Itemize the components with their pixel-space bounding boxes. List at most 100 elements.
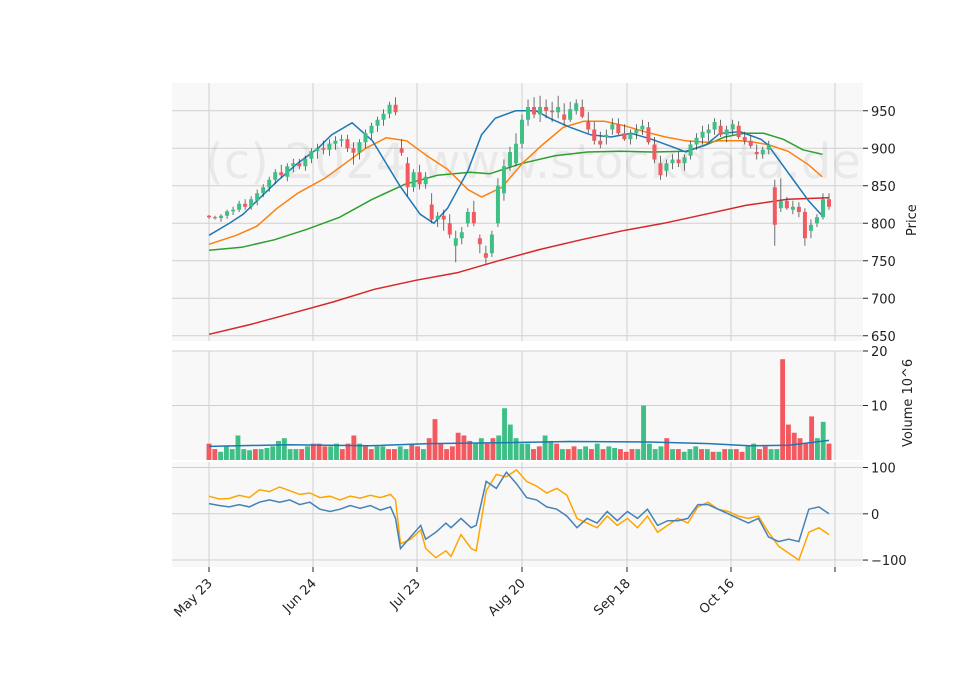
- volume-bar-down: [455, 432, 461, 460]
- candle-up: [237, 203, 242, 210]
- volume-bar-down: [490, 438, 496, 460]
- candle-up: [423, 176, 428, 185]
- volume-bar-up: [704, 449, 710, 460]
- volume-bar-up: [218, 451, 224, 460]
- candle-up: [814, 217, 819, 224]
- volume-bar-up: [305, 446, 310, 460]
- volume-bar-down: [675, 449, 681, 460]
- volume-bar-down: [762, 446, 768, 460]
- volume-bar-up: [728, 449, 733, 460]
- volume-bar-down: [757, 449, 762, 460]
- volume-bar-down: [461, 435, 467, 460]
- volume-bar-up: [247, 450, 252, 460]
- volume-bar-down: [426, 438, 432, 460]
- volume-bar-down: [432, 419, 438, 460]
- candle-up: [664, 163, 669, 171]
- candle-down: [616, 124, 621, 134]
- volume-bar-up: [229, 449, 235, 460]
- candle-up: [706, 129, 711, 134]
- x-axis-ticks: May 23 Jun 24 Jul 23 Aug 20 Sep 18 Oct 16: [172, 567, 836, 620]
- x-tick-label: Aug 20: [486, 576, 529, 619]
- volume-bar-up: [635, 449, 641, 460]
- candle-down: [748, 140, 753, 146]
- volume-bar-down: [600, 449, 606, 460]
- volume-bar-up: [577, 449, 583, 460]
- candle-down: [321, 148, 326, 150]
- candle-down: [676, 159, 681, 164]
- candle-up: [225, 211, 230, 216]
- x-tick-label: Jun 24: [280, 576, 320, 616]
- candle-up: [568, 109, 573, 120]
- candle-up: [790, 206, 795, 210]
- volume-bar-down: [571, 446, 577, 460]
- x-tick-label: Oct 16: [697, 576, 738, 617]
- candle-up: [375, 119, 380, 126]
- volume-bar-down: [322, 446, 328, 460]
- oscillator-panel: [172, 462, 863, 567]
- volume-bar-up: [513, 438, 519, 460]
- candle-down: [562, 114, 567, 120]
- candle-up: [628, 133, 633, 140]
- candle-down: [784, 200, 789, 209]
- candle-up: [435, 215, 440, 220]
- candle-up: [459, 232, 464, 239]
- volume-bar-up: [264, 448, 270, 460]
- volume-bar-down: [554, 443, 560, 460]
- volume-bar-down: [739, 451, 745, 460]
- candle-down: [279, 172, 284, 176]
- candle-up: [219, 215, 224, 218]
- candle-up: [411, 172, 416, 188]
- candle-up: [315, 148, 320, 152]
- candle-up: [231, 209, 236, 212]
- candle-down: [345, 139, 350, 149]
- candle-down: [405, 163, 410, 188]
- candle-up: [634, 129, 639, 134]
- candle-down: [742, 137, 747, 141]
- volume-bar-down: [351, 435, 357, 460]
- candle-up: [604, 134, 609, 137]
- volume-bar-down: [826, 443, 832, 460]
- volume-bar-up: [594, 443, 600, 460]
- volume-bar-up: [646, 443, 652, 460]
- volume-bar-up: [612, 448, 618, 460]
- candle-up: [670, 159, 675, 164]
- volume-bar-up: [328, 446, 334, 460]
- volume-bar-up: [374, 446, 380, 460]
- candle-down: [447, 223, 452, 235]
- volume-bar-down: [386, 449, 392, 460]
- volume-bar-up: [241, 449, 247, 460]
- volume-bar-down: [733, 449, 739, 460]
- candle-down: [207, 215, 211, 218]
- candle-down: [483, 253, 488, 258]
- candle-up: [820, 199, 825, 218]
- candle-up: [453, 238, 458, 246]
- volume-bar-down: [565, 449, 571, 460]
- price-panel: [172, 83, 863, 341]
- stock-chart: (c) 2024 www.stockdata.de 65070075080085…: [172, 83, 920, 620]
- candle-up: [610, 124, 615, 130]
- volume-tick-label: 10: [871, 400, 888, 415]
- volume-bar-up: [768, 449, 774, 460]
- candle-up: [303, 158, 308, 167]
- candle-up: [465, 212, 470, 224]
- volume-bar-down: [316, 443, 322, 460]
- candle-up: [381, 113, 386, 120]
- volume-bar-up: [258, 449, 264, 460]
- volume-bar-down: [791, 432, 797, 460]
- candle-down: [646, 127, 651, 143]
- candle-down: [772, 187, 777, 225]
- volume-bar-down: [588, 449, 594, 460]
- oscillator-tick-label: 0: [871, 508, 879, 523]
- candle-down: [351, 148, 356, 153]
- y-axis-ticks: 650 700 750 800 850 900 950 10 20 −100 0 100: [863, 105, 907, 569]
- volume-bar-up: [397, 446, 403, 460]
- volume-bar-up: [583, 446, 589, 460]
- candle-up: [526, 107, 531, 120]
- candle-down: [532, 107, 537, 115]
- volume-bar-down: [797, 438, 803, 460]
- candle-down: [243, 203, 248, 207]
- volume-bar-up: [774, 449, 780, 460]
- candle-down: [598, 140, 603, 145]
- candle-up: [261, 187, 266, 194]
- volume-bar-up: [670, 449, 675, 460]
